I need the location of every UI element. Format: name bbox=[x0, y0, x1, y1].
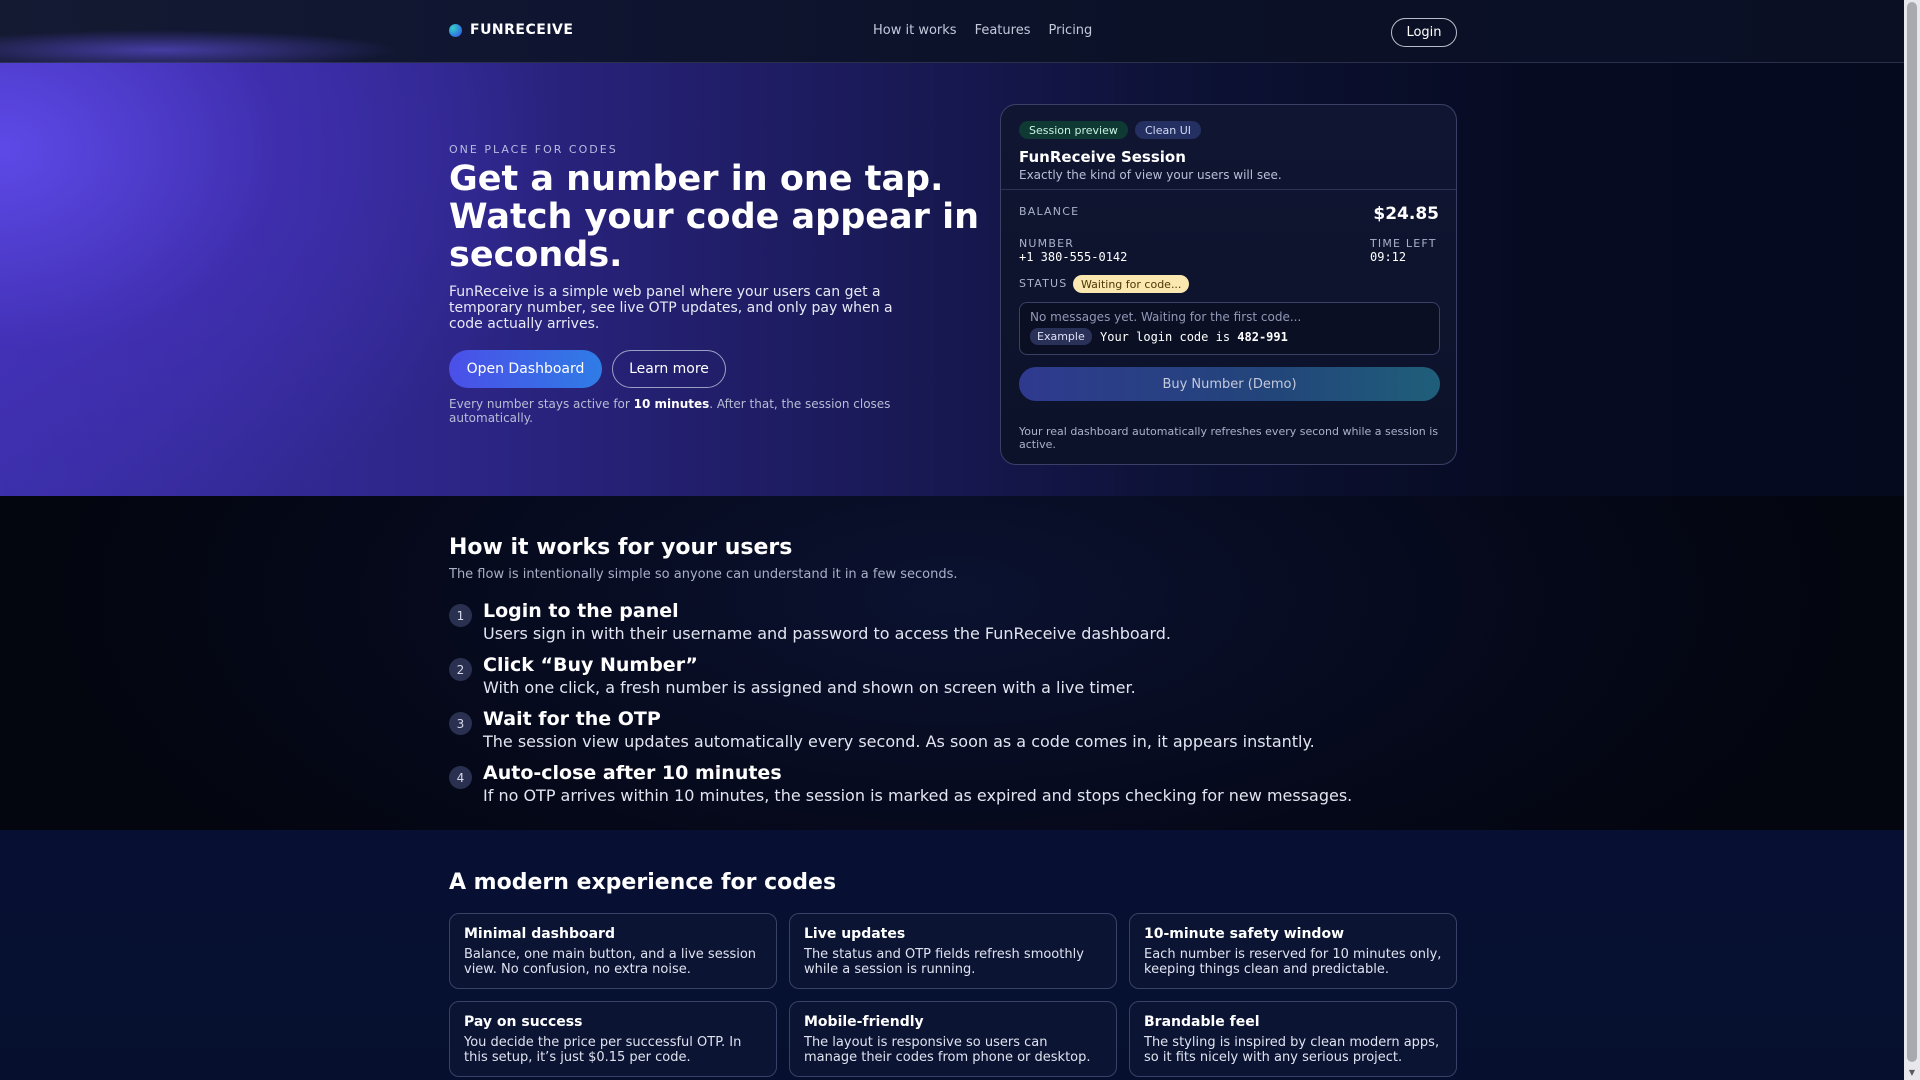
nav-how-it-works[interactable]: How it works bbox=[873, 23, 957, 38]
feature-title: Mobile-friendly bbox=[804, 1014, 924, 1030]
feature-description: The styling is inspired by clean modern … bbox=[1144, 1035, 1440, 1065]
session-preview-badge: Session preview bbox=[1019, 121, 1128, 139]
feature-title: Live updates bbox=[804, 926, 906, 942]
vertical-scrollbar[interactable]: ▼ bbox=[1904, 0, 1920, 1080]
main-nav: How it works Features Pricing bbox=[873, 23, 1092, 38]
step-title: Click “Buy Number” bbox=[483, 654, 698, 676]
feature-description: The layout is responsive so users can ma… bbox=[804, 1035, 1091, 1065]
step-title: Auto-close after 10 minutes bbox=[483, 762, 782, 784]
card-subtitle: Exactly the kind of view your users will… bbox=[1019, 168, 1282, 182]
buy-number-button[interactable]: Buy Number (Demo) bbox=[1019, 367, 1440, 401]
feature-description: Each number is reserved for 10 minutes o… bbox=[1144, 947, 1442, 977]
feature-card: Minimal dashboard Balance, one main butt… bbox=[449, 913, 777, 989]
landing-page: FUNRECEIVE How it works Features Pricing… bbox=[0, 0, 1904, 1080]
open-dashboard-button[interactable]: Open Dashboard bbox=[449, 350, 602, 388]
example-message: Your login code is 482-991 bbox=[1100, 330, 1288, 344]
hero-description: FunReceive is a simple web panel where y… bbox=[449, 284, 893, 332]
feature-description: Balance, one main button, and a live ses… bbox=[464, 947, 757, 977]
feature-card: 10-minute safety window Each number is r… bbox=[1129, 913, 1457, 989]
hero-title: Get a number in one tap. Watch your code… bbox=[449, 159, 979, 275]
card-footer-note: Your real dashboard automatically refres… bbox=[1019, 425, 1439, 451]
status-label: STATUS bbox=[1019, 277, 1068, 290]
step-title: Wait for the OTP bbox=[483, 708, 661, 730]
feature-card: Brandable feel The styling is inspired b… bbox=[1129, 1001, 1457, 1077]
hero-note-text-1: Every number stays active for bbox=[449, 397, 634, 411]
hero-section: ONE PLACE FOR CODES Get a number in one … bbox=[0, 63, 1904, 496]
step-number: 4 bbox=[449, 766, 472, 789]
feature-title: Minimal dashboard bbox=[464, 926, 615, 942]
feature-card: Live updates The status and OTP fields r… bbox=[789, 913, 1117, 989]
feature-description: The status and OTP fields refresh smooth… bbox=[804, 947, 1084, 977]
step-number: 3 bbox=[449, 712, 472, 735]
example-code: 482-991 bbox=[1237, 330, 1288, 344]
feature-title: 10-minute safety window bbox=[1144, 926, 1345, 942]
empty-message-text: No messages yet. Waiting for the first c… bbox=[1030, 310, 1302, 324]
feature-title: Pay on success bbox=[464, 1014, 583, 1030]
card-header: Session preview Clean UI FunReceive Sess… bbox=[1001, 105, 1456, 190]
brand-name: FUNRECEIVE bbox=[470, 22, 574, 38]
how-it-works-section: How it works for your users The flow is … bbox=[0, 496, 1904, 830]
learn-more-button[interactable]: Learn more bbox=[612, 350, 726, 388]
feature-card: Pay on success You decide the price per … bbox=[449, 1001, 777, 1077]
login-button[interactable]: Login bbox=[1391, 18, 1457, 47]
top-header: FUNRECEIVE How it works Features Pricing… bbox=[0, 0, 1904, 70]
example-message-text: Your login code is bbox=[1100, 330, 1238, 344]
features-title: A modern experience for codes bbox=[449, 870, 837, 895]
step-description: If no OTP arrives within 10 minutes, the… bbox=[483, 786, 1353, 805]
example-badge: Example bbox=[1030, 328, 1092, 345]
status-badge: Waiting for code... bbox=[1073, 275, 1190, 293]
step-number: 1 bbox=[449, 604, 472, 627]
step-description: The session view updates automatically e… bbox=[483, 732, 1315, 751]
brand-logo[interactable]: FUNRECEIVE bbox=[449, 22, 573, 38]
message-box: No messages yet. Waiting for the first c… bbox=[1019, 302, 1440, 355]
scrollbar-thumb[interactable] bbox=[1907, 2, 1917, 1062]
session-preview-card: Session preview Clean UI FunReceive Sess… bbox=[1000, 104, 1457, 465]
how-it-works-subtitle: The flow is intentionally simple so anyo… bbox=[449, 567, 958, 582]
balance-label: BALANCE bbox=[1019, 205, 1080, 218]
brand-dot-icon bbox=[449, 23, 462, 37]
card-title: FunReceive Session bbox=[1019, 148, 1186, 166]
step-title: Login to the panel bbox=[483, 600, 679, 622]
number-value: +1 380-555-0142 bbox=[1019, 250, 1128, 264]
balance-value: $24.85 bbox=[1373, 204, 1439, 224]
number-label: NUMBER bbox=[1019, 237, 1075, 250]
feature-card: Mobile-friendly The layout is responsive… bbox=[789, 1001, 1117, 1077]
hero-note: Every number stays active for 10 minutes… bbox=[449, 397, 919, 425]
step-description: Users sign in with their username and pa… bbox=[483, 624, 1171, 643]
time-left-label: TIME LEFT bbox=[1370, 237, 1437, 250]
clean-ui-badge: Clean UI bbox=[1135, 121, 1202, 139]
step-number: 2 bbox=[449, 658, 472, 681]
hero-eyebrow: ONE PLACE FOR CODES bbox=[449, 143, 618, 156]
features-section: A modern experience for codes Minimal da… bbox=[0, 830, 1904, 1080]
how-it-works-title: How it works for your users bbox=[449, 535, 793, 560]
feature-title: Brandable feel bbox=[1144, 1014, 1260, 1030]
nav-features[interactable]: Features bbox=[975, 23, 1031, 38]
scroll-down-arrow-icon[interactable]: ▼ bbox=[1907, 1068, 1917, 1078]
nav-pricing[interactable]: Pricing bbox=[1048, 23, 1092, 38]
hero-note-duration: 10 minutes bbox=[633, 397, 710, 411]
time-left-value: 09:12 bbox=[1370, 250, 1407, 264]
step-description: With one click, a fresh number is assign… bbox=[483, 678, 1136, 697]
feature-description: You decide the price per successful OTP.… bbox=[464, 1035, 742, 1065]
